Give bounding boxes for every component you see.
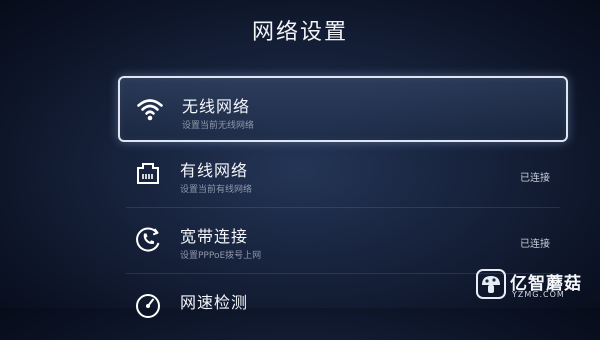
- page-title: 网络设置: [251, 20, 348, 45]
- menu-item-wireless-network[interactable]: 无线网络 设置当前无线网络: [118, 76, 568, 142]
- speedometer-icon: [134, 291, 162, 319]
- phone-dial-icon: [134, 225, 162, 253]
- menu-item-label: 无线网络: [182, 97, 251, 116]
- menu-item-broadband-connection[interactable]: 宽带连接 设置PPPoE拨号上网 已连接: [118, 208, 568, 274]
- network-settings-screen: 网络设置 无线网络 设置当前无线网络 有线网络 设置当前有线网络 已连接 宽带连…: [0, 0, 600, 318]
- menu-item-label: 有线网络: [180, 161, 249, 180]
- menu-item-description: 设置当前有线网络: [180, 185, 253, 195]
- menu-item-description: 设置当前无线网络: [182, 121, 255, 131]
- connection-status: 已连接: [520, 173, 550, 184]
- connection-status: 已连接: [520, 239, 550, 250]
- menu-item-description: 设置PPPoE拨号上网: [180, 251, 262, 261]
- watermark: 亿智蘑菇 YZMG.COM: [476, 268, 594, 302]
- menu-item-label: 宽带连接: [180, 227, 249, 246]
- menu-item-label: 网速检测: [180, 293, 249, 312]
- ethernet-icon: [134, 159, 162, 187]
- wifi-icon: [136, 95, 164, 123]
- watermark-url: YZMG.COM: [512, 290, 565, 299]
- mushroom-logo-icon: [476, 269, 506, 299]
- menu-item-wired-network[interactable]: 有线网络 设置当前有线网络 已连接: [118, 142, 568, 208]
